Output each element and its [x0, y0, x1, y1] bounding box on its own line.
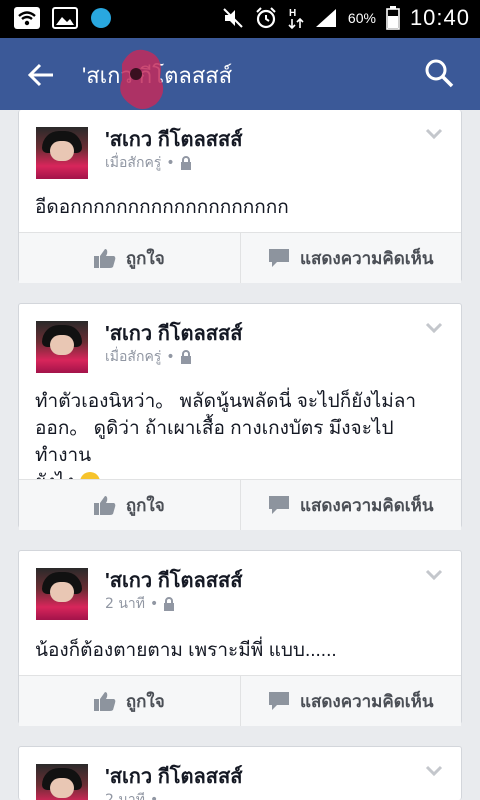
post-actions: ถูกใจ แสดงความคิดเห็น — [19, 232, 461, 283]
search-icon[interactable] — [424, 58, 454, 88]
notification-dot-icon — [91, 8, 111, 28]
post-time: เมื่อสักครู่ — [105, 155, 162, 171]
post-actions: ถูกใจ แสดงความคิดเห็น — [19, 675, 461, 726]
comment-label: แสดงความคิดเห็น — [300, 248, 434, 268]
author-name[interactable]: 'สเกว กีโตลสสส์ — [105, 564, 242, 596]
alarm-icon — [256, 7, 276, 29]
thumbs-up-icon — [93, 692, 116, 711]
clock: 10:40 — [409, 5, 470, 30]
gallery-icon — [52, 7, 78, 29]
post-meta: เมื่อสักครู่ • — [105, 152, 192, 174]
chevron-down-icon[interactable] — [425, 569, 443, 581]
post-actions: ถูกใจ แสดงความคิดเห็น — [19, 479, 461, 530]
post-time: 2 นาที — [105, 596, 146, 612]
chevron-down-icon[interactable] — [425, 128, 443, 140]
back-arrow-icon[interactable] — [26, 60, 56, 90]
post-meta: 2 นาที • — [105, 789, 158, 800]
thumbs-up-icon — [93, 496, 116, 515]
post-text: อีดอกกกกกกกกกกกกกกกกกกก — [35, 197, 289, 218]
app-bar: 'สเกว กีโตลสสส์ — [0, 38, 480, 110]
avatar[interactable] — [36, 568, 88, 620]
sticker-decoration — [120, 49, 164, 109]
comment-label: แสดงความคิดเห็น — [300, 691, 434, 711]
like-button[interactable]: ถูกใจ — [19, 676, 240, 726]
lock-icon — [180, 156, 191, 170]
author-name[interactable]: 'สเกว กีโตลสสส์ — [105, 760, 242, 792]
avatar[interactable] — [36, 321, 88, 373]
like-label: ถูกใจ — [125, 248, 165, 268]
post-text: น้องก็ต้องตายตาม เพราะมีพี่ แบบ...... — [35, 640, 337, 661]
author-name[interactable]: 'สเกว กีโตลสสส์ — [105, 123, 242, 155]
lock-icon — [164, 597, 175, 611]
post-card: 'สเกว กีโตลสสส์ 2 นาที • น้องก็ต้องตายตาม… — [18, 550, 462, 726]
comment-button[interactable]: แสดงความคิดเห็น — [239, 480, 462, 530]
lock-icon — [180, 350, 191, 364]
mute-icon — [223, 8, 243, 28]
post-card: 'สเกว กีโตลสสส์ เมื่อสักครู่ • อีดอกกกกกก… — [18, 110, 462, 283]
comment-icon — [269, 496, 290, 514]
chevron-down-icon[interactable] — [425, 765, 443, 777]
post-meta: 2 นาที • — [105, 593, 175, 615]
like-label: ถูกใจ — [125, 691, 165, 711]
avatar[interactable] — [36, 127, 88, 179]
signal-icon — [315, 9, 336, 27]
comment-icon — [269, 249, 290, 267]
svg-text:H: H — [289, 8, 296, 19]
like-button[interactable]: ถูกใจ — [19, 480, 240, 530]
post-card: 'สเกว กีโตลสสส์ 2 นาที • — [18, 746, 462, 800]
battery-icon — [386, 6, 400, 30]
wifi-icon — [14, 7, 40, 29]
data-transfer-icon: H — [288, 8, 304, 30]
thumbs-up-icon — [93, 249, 116, 268]
post-text-line: ทำตัวเองนิหว่า。 พลัดนู้นพลัดนี่ จะไปก็ยั… — [35, 391, 417, 412]
comment-button[interactable]: แสดงความคิดเห็น — [239, 676, 462, 726]
status-bar: H 60% 10:40 — [0, 0, 480, 38]
like-label: ถูกใจ — [125, 495, 165, 515]
chevron-down-icon[interactable] — [425, 322, 443, 334]
comment-button[interactable]: แสดงความคิดเห็น — [239, 233, 462, 283]
post-time: เมื่อสักครู่ — [105, 349, 162, 365]
avatar[interactable] — [36, 764, 88, 800]
comment-icon — [269, 692, 290, 710]
post-meta: เมื่อสักครู่ • — [105, 346, 192, 368]
battery-percent: 60% — [347, 10, 376, 26]
post-time: 2 นาที — [105, 792, 146, 800]
post-text-line: ออก。 ดูดิว่า ถ้าเผาเสื้อ กางเกงบัตร มึงจ… — [35, 418, 394, 466]
like-button[interactable]: ถูกใจ — [19, 233, 240, 283]
comment-label: แสดงความคิดเห็น — [300, 495, 434, 515]
author-name[interactable]: 'สเกว กีโตลสสส์ — [105, 317, 242, 349]
post-card: 'สเกว กีโตลสสส์ เมื่อสักครู่ • ทำตัวเองนิ… — [18, 303, 462, 530]
